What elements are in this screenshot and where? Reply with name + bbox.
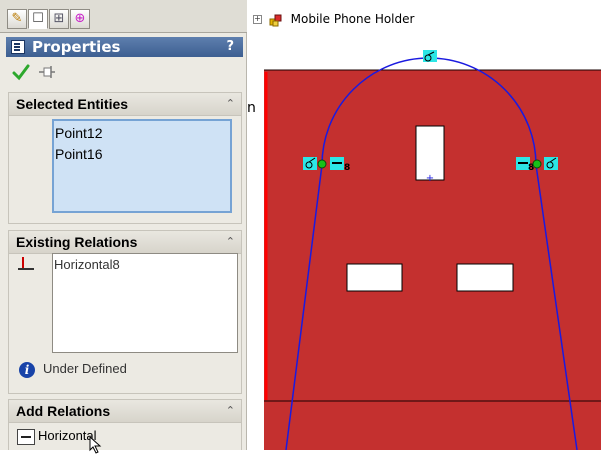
manager-tabs: ✎ ☐ ⊞ ⊕ bbox=[0, 0, 247, 33]
property-manager-panel: ✎ ☐ ⊞ ⊕ Properties ? Selected Entities ⌃… bbox=[0, 0, 247, 454]
existing-relations-header[interactable]: Existing Relations ⌃ bbox=[9, 231, 241, 254]
dimxpert-manager-icon: ⊕ bbox=[74, 11, 86, 26]
selected-entities-group: Selected Entities ⌃ Point12 Point16 bbox=[8, 92, 242, 224]
assembly-icon bbox=[269, 14, 282, 26]
relation-icon-top[interactable] bbox=[423, 50, 437, 62]
stray-text: n bbox=[247, 100, 256, 116]
selected-entities-header[interactable]: Selected Entities ⌃ bbox=[9, 93, 241, 116]
origin-marker: + bbox=[426, 173, 434, 184]
tab-feature-manager[interactable]: ✎ bbox=[7, 9, 27, 29]
sketch-point-left[interactable] bbox=[317, 159, 327, 169]
add-relation-label: Horizontal bbox=[38, 428, 97, 443]
feature-tree-root-label: Mobile Phone Holder bbox=[290, 12, 415, 26]
existing-relations-heading: Existing Relations bbox=[16, 234, 138, 250]
collapse-chevron-icon[interactable]: ⌃ bbox=[226, 231, 235, 253]
definition-status-text: Under Defined bbox=[43, 361, 127, 376]
collapse-chevron-icon[interactable]: ⌃ bbox=[226, 400, 235, 422]
right-cutout[interactable] bbox=[456, 263, 514, 292]
feature-tree-root[interactable]: + Mobile Phone Holder bbox=[253, 10, 414, 28]
relation-icon bbox=[18, 257, 34, 270]
property-manager-title-bar: Properties ? bbox=[6, 37, 243, 57]
properties-icon bbox=[11, 40, 25, 54]
configuration-manager-icon: ⊞ bbox=[53, 11, 65, 26]
help-button[interactable]: ? bbox=[226, 37, 234, 57]
property-manager-title: Properties bbox=[32, 38, 121, 56]
add-relations-heading: Add Relations bbox=[16, 403, 111, 419]
sketch-canvas[interactable]: + 8 8 bbox=[260, 40, 601, 450]
pushpin-icon[interactable] bbox=[38, 63, 56, 81]
info-icon: i bbox=[19, 361, 35, 378]
collapse-chevron-icon[interactable]: ⌃ bbox=[226, 93, 235, 115]
feature-manager-icon: ✎ bbox=[11, 11, 23, 26]
property-manager-icon: ☐ bbox=[32, 11, 44, 26]
add-horizontal-relation-button[interactable]: Horizontal bbox=[17, 426, 97, 446]
selected-entities-heading: Selected Entities bbox=[16, 96, 129, 112]
tab-configuration-manager[interactable]: ⊞ bbox=[49, 9, 69, 29]
existing-relations-group: Existing Relations ⌃ Horizontal8 i Under … bbox=[8, 230, 242, 394]
tab-property-manager[interactable]: ☐ bbox=[28, 9, 48, 29]
list-item[interactable]: Point12 bbox=[55, 123, 230, 144]
list-item[interactable]: Point16 bbox=[55, 144, 230, 165]
add-relations-header[interactable]: Add Relations ⌃ bbox=[9, 400, 241, 423]
expand-icon[interactable]: + bbox=[253, 15, 262, 24]
add-relations-group: Add Relations ⌃ Horizontal bbox=[8, 399, 242, 454]
slot-cutout[interactable] bbox=[415, 125, 445, 181]
relation-tag-left: 8 bbox=[344, 163, 350, 173]
horizontal-relation-icon bbox=[17, 428, 35, 445]
ok-checkmark-icon[interactable] bbox=[12, 63, 30, 81]
left-cutout[interactable] bbox=[346, 263, 403, 292]
definition-status: i Under Defined bbox=[19, 361, 127, 379]
existing-relations-list[interactable]: Horizontal8 bbox=[52, 253, 238, 353]
list-item[interactable]: Horizontal8 bbox=[54, 257, 237, 272]
sketch-point-right[interactable] bbox=[532, 159, 542, 169]
tab-dimxpert-manager[interactable]: ⊕ bbox=[70, 9, 90, 29]
selected-entities-list[interactable]: Point12 Point16 bbox=[52, 119, 232, 213]
mouse-cursor-icon bbox=[89, 436, 102, 454]
